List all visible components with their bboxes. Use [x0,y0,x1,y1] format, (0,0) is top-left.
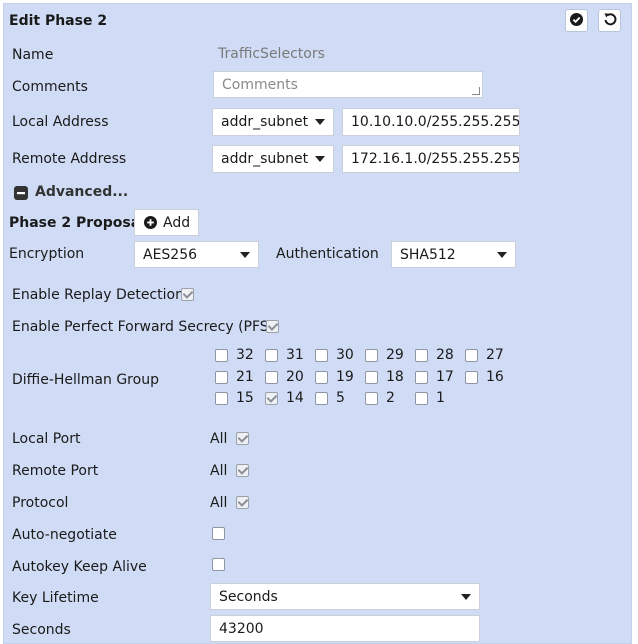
phase2-proposal-label: Phase 2 Proposal [9,215,145,231]
chevron-down-icon [315,119,325,125]
check-circle-icon [570,11,583,30]
protocol-label: Protocol [12,495,69,511]
remote-address-type-value: addr_subnet [221,151,309,167]
remote-port-label: Remote Port [12,463,99,479]
chevron-down-icon [240,251,250,258]
resize-handle-icon[interactable] [472,87,480,95]
replay-detection-checkbox[interactable] [181,288,194,301]
remote-address-label: Remote Address [12,151,127,167]
add-proposal-button[interactable]: Add [134,209,199,236]
dh-group-15-label: 15 [236,390,254,406]
dh-group-label: Diffie-Hellman Group [12,372,159,388]
encryption-label: Encryption [9,246,85,262]
dh-group-17-checkbox[interactable] [415,371,428,384]
encryption-select[interactable]: AES256 [134,241,259,268]
chevron-down-icon [315,156,325,162]
auto-negotiate-checkbox[interactable] [212,527,225,540]
plus-circle-icon [144,216,157,229]
local-address-type-value: addr_subnet [221,114,309,130]
authentication-select[interactable]: SHA512 [391,241,516,268]
dh-group-32-checkbox[interactable] [215,349,228,362]
dh-group-31-label: 31 [286,347,304,363]
name-label: Name [12,47,54,63]
dh-group-17-label: 17 [436,369,454,385]
keep-alive-label: Autokey Keep Alive [12,559,147,575]
replay-detection-label: Enable Replay Detection [12,287,184,303]
dh-group-21-checkbox[interactable] [215,371,228,384]
authentication-label: Authentication [276,246,379,262]
protocol-value: All [210,495,228,511]
dh-group-5-checkbox[interactable] [315,392,328,405]
dh-group-20-label: 20 [286,369,304,385]
key-lifetime-select[interactable]: Seconds [210,583,480,610]
encryption-value: AES256 [143,246,198,263]
dh-group-29-label: 29 [386,347,404,363]
dh-group-2-checkbox[interactable] [365,392,378,405]
chevron-down-icon [461,593,471,600]
local-address-label: Local Address [12,114,109,130]
dh-group-32-label: 32 [236,347,254,363]
comments-placeholder: Comments [222,76,298,93]
dh-group-27-label: 27 [486,347,504,363]
remote-port-checkbox[interactable] [236,464,249,477]
comments-field[interactable]: Comments [213,71,483,98]
dh-group-1-label: 1 [436,390,445,406]
key-lifetime-value: Seconds [219,588,278,605]
edit-phase2-panel: Edit Phase 2 Name TrafficSelectors Comme… [3,3,632,644]
local-port-value: All [210,431,228,447]
remote-port-value: All [210,463,228,479]
local-port-label: Local Port [12,431,81,447]
dh-group-15-checkbox[interactable] [215,392,228,405]
undo-icon [603,11,617,30]
dh-group-28-label: 28 [436,347,454,363]
key-lifetime-label: Key Lifetime [12,590,99,606]
dh-group-2-label: 2 [386,390,395,406]
dh-group-14-checkbox[interactable] [265,392,278,405]
pfs-checkbox[interactable] [266,320,279,333]
dh-group-28-checkbox[interactable] [415,349,428,362]
remote-address-type-select[interactable]: addr_subnet [212,145,334,173]
panel-title: Edit Phase 2 [9,13,108,29]
dh-group-18-checkbox[interactable] [365,371,378,384]
chevron-down-icon [497,251,507,258]
pfs-label: Enable Perfect Forward Secrecy (PFS) [12,319,275,335]
dh-group-16-label: 16 [486,369,504,385]
comments-label: Comments [12,79,88,95]
add-button-label: Add [163,214,191,231]
dh-group-30-label: 30 [336,347,354,363]
confirm-button[interactable] [565,9,588,32]
advanced-toggle[interactable]: Advanced... [14,183,128,201]
remote-address-value: 172.16.1.0/255.255.255 [351,151,520,167]
dh-group-27-checkbox[interactable] [465,349,478,362]
local-address-type-select[interactable]: addr_subnet [212,108,334,136]
advanced-label: Advanced... [35,184,129,200]
seconds-input[interactable]: 43200 [210,615,480,642]
local-port-checkbox[interactable] [236,432,249,445]
dh-group-5-label: 5 [336,390,345,406]
local-address-value: 10.10.10.0/255.255.255 [351,114,520,130]
revert-button[interactable] [598,9,621,32]
dh-group-30-checkbox[interactable] [315,349,328,362]
dh-group-19-checkbox[interactable] [315,371,328,384]
authentication-value: SHA512 [400,246,456,263]
dh-group-29-checkbox[interactable] [365,349,378,362]
protocol-checkbox[interactable] [236,496,249,509]
seconds-value: 43200 [219,620,264,637]
dh-group-19-label: 19 [336,369,354,385]
local-address-input[interactable]: 10.10.10.0/255.255.255 [342,108,520,136]
dh-group-31-checkbox[interactable] [265,349,278,362]
dh-group-21-label: 21 [236,369,254,385]
minus-square-icon [14,185,28,200]
auto-negotiate-label: Auto-negotiate [12,527,117,543]
dh-group-1-checkbox[interactable] [415,392,428,405]
seconds-label: Seconds [12,622,71,638]
dh-group-18-label: 18 [386,369,404,385]
dh-group-20-checkbox[interactable] [265,371,278,384]
remote-address-input[interactable]: 172.16.1.0/255.255.255 [342,145,520,173]
keep-alive-checkbox[interactable] [212,558,225,571]
dh-group-16-checkbox[interactable] [465,371,478,384]
name-value: TrafficSelectors [218,46,325,62]
dh-group-14-label: 14 [286,390,304,406]
